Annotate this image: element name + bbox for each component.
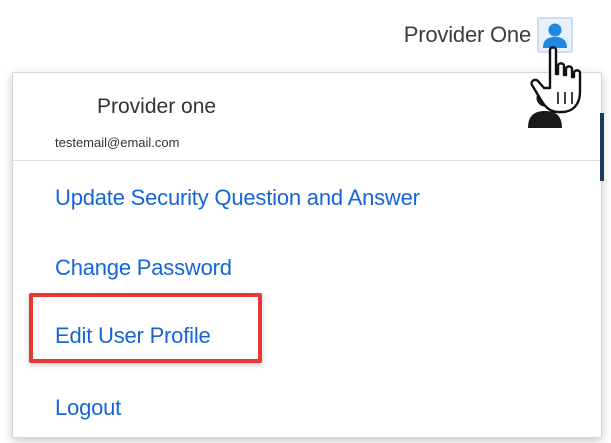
screen: Provider One Provider one testemail@emai…	[0, 0, 611, 443]
menu-item-logout[interactable]: Logout	[55, 395, 121, 421]
user-name-label: Provider One	[403, 22, 531, 47]
top-bar: Provider One	[0, 0, 611, 68]
user-dropdown-menu: Provider one testemail@email.com Update …	[12, 72, 602, 438]
background-panel-edge	[600, 113, 604, 181]
profile-name: Provider one	[97, 95, 217, 118]
menu-item-edit-user-profile[interactable]: Edit User Profile	[55, 323, 211, 349]
profile-email: testemail@email.com	[55, 135, 180, 150]
menu-profile-header: Provider one testemail@email.com	[13, 73, 601, 161]
menu-item-update-security-question[interactable]: Update Security Question and Answer	[55, 185, 420, 211]
hand-pointer-icon	[530, 46, 582, 114]
menu-item-change-password[interactable]: Change Password	[55, 255, 232, 281]
